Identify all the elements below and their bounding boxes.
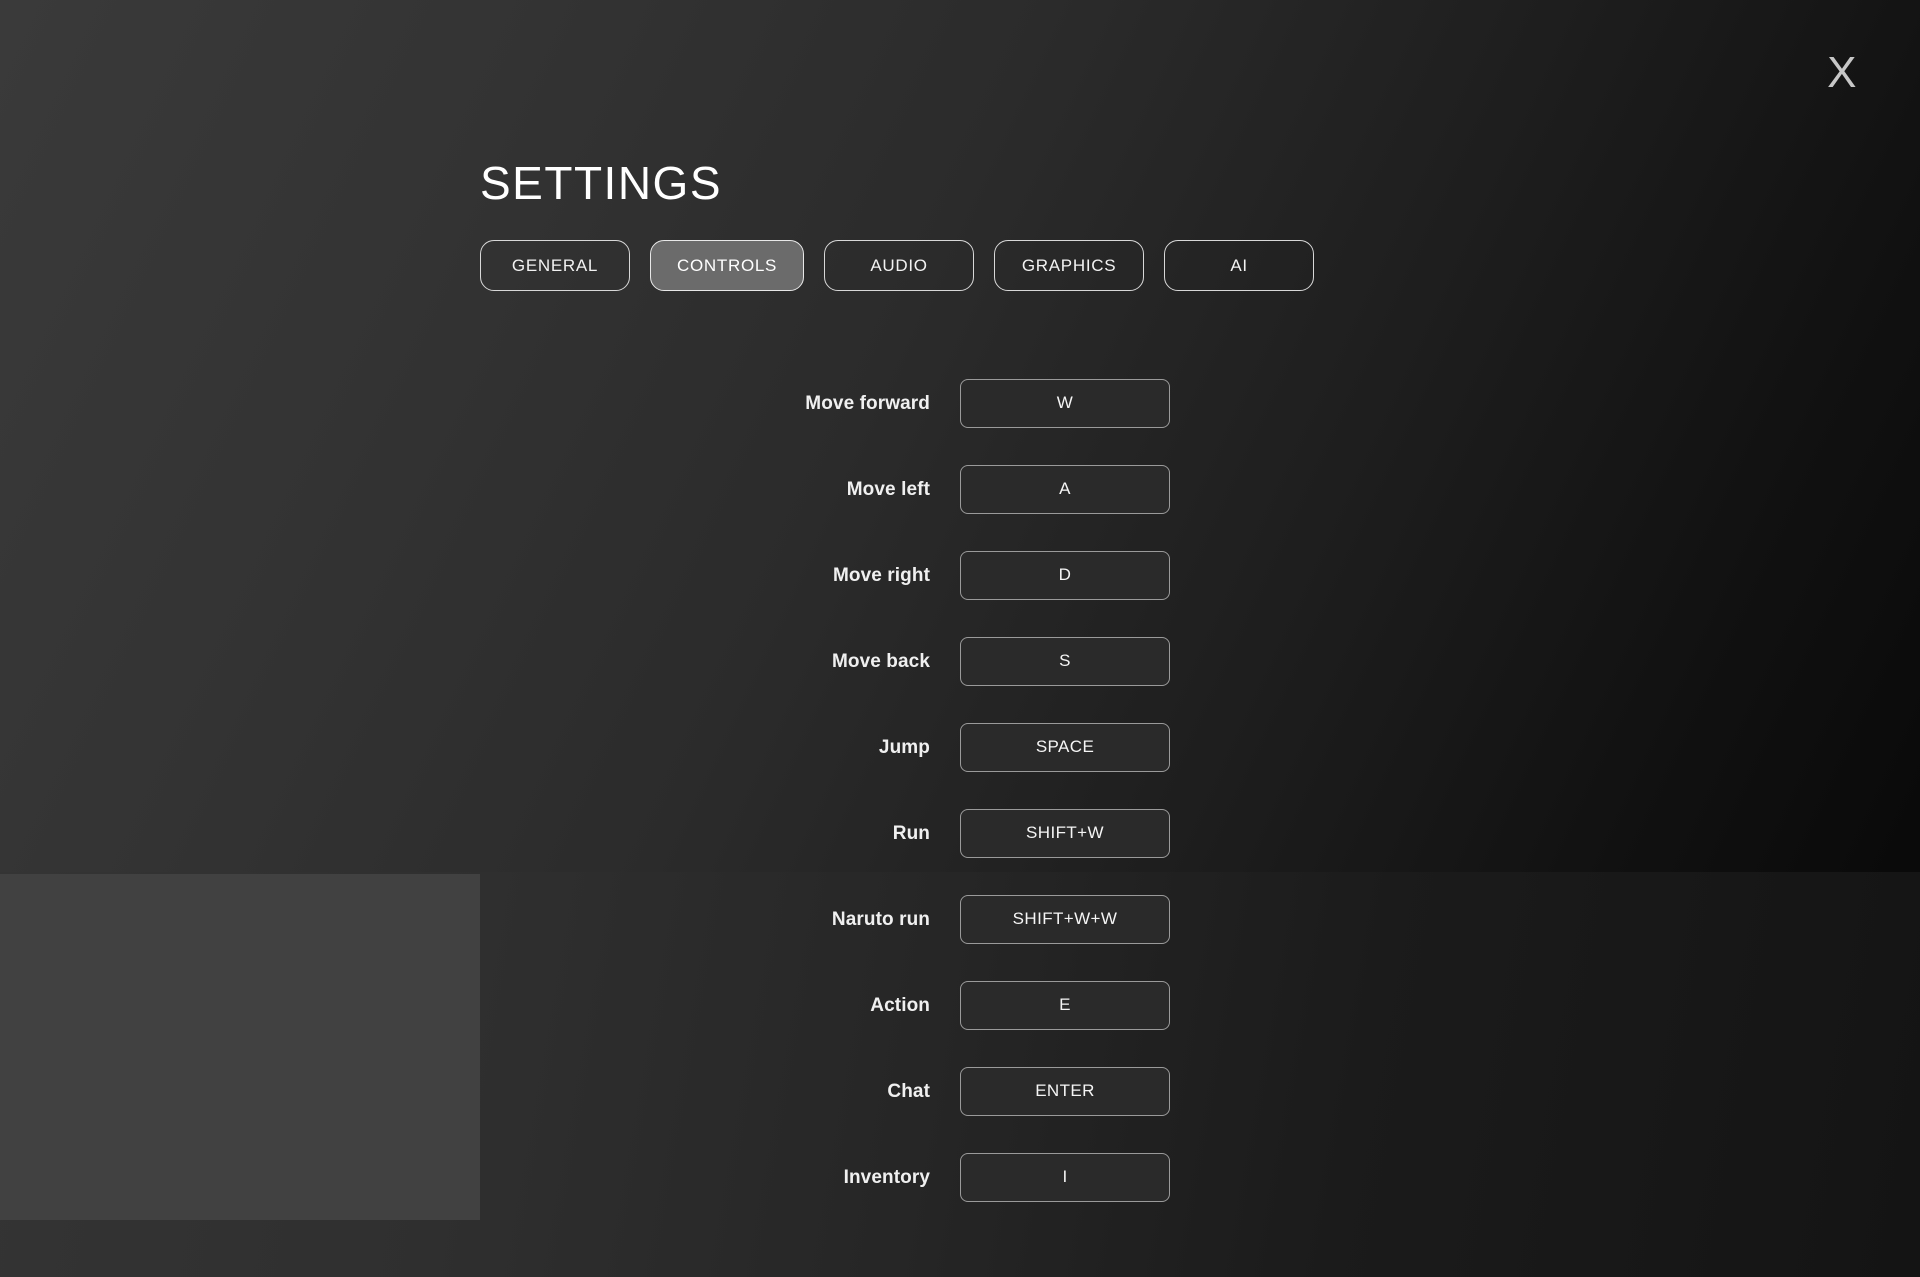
keybinding-action-label: Chat — [887, 1080, 930, 1102]
keybinding-key-button[interactable]: D — [960, 550, 1170, 600]
keybinding-row: Move right D — [0, 532, 1920, 618]
keybinding-key-button[interactable]: SHIFT+W+W — [960, 894, 1170, 944]
keybinding-row: Action E — [0, 962, 1920, 1048]
keybinding-action-label: Move forward — [805, 392, 930, 414]
keybinding-action-label: Move right — [832, 564, 930, 586]
keybinding-key-button[interactable]: SPACE — [960, 722, 1170, 772]
settings-screen: X SETTINGS GENERAL CONTROLS AUDIO GRAPHICS A… — [0, 0, 1920, 1277]
keybinding-key-button[interactable]: I — [960, 1152, 1170, 1202]
keybinding-key-button[interactable]: SHIFT+W — [960, 808, 1170, 858]
tab-audio[interactable]: AUDIO — [824, 240, 975, 291]
tab-ai[interactable]: AI — [1164, 240, 1315, 291]
settings-content: SETTINGS GENERAL CONTROLS AUDIO GRAPHICS AI … — [0, 0, 1920, 1277]
keybinding-key-button[interactable]: W — [960, 378, 1170, 428]
keybinding-action-label: Move back — [831, 650, 930, 672]
keybinding-key-button[interactable]: ENTER — [960, 1066, 1170, 1116]
keybinding-list: Move forward W Move left A Move right D Move b… — [0, 360, 1920, 1220]
keybinding-action-label: Move left — [846, 478, 930, 500]
keybinding-row: Move back S — [0, 618, 1920, 704]
tab-graphics[interactable]: GRAPHICS — [994, 240, 1145, 291]
keybinding-action-label: Naruto run — [831, 908, 930, 930]
keybinding-row: Inventory I — [0, 1134, 1920, 1220]
keybinding-row: Naruto run SHIFT+W+W — [0, 876, 1920, 962]
settings-tab-bar: GENERAL CONTROLS AUDIO GRAPHICS AI — [480, 240, 1315, 291]
keybinding-key-button[interactable]: E — [960, 980, 1170, 1030]
tab-controls[interactable]: CONTROLS — [650, 240, 805, 291]
keybinding-row: Jump SPACE — [0, 704, 1920, 790]
keybinding-key-button[interactable]: A — [960, 464, 1170, 514]
keybinding-key-button[interactable]: S — [960, 636, 1170, 686]
keybinding-row: Move forward W — [0, 360, 1920, 446]
keybinding-action-label: Jump — [878, 736, 930, 758]
page-title: SETTINGS — [480, 157, 723, 209]
tab-general[interactable]: GENERAL — [480, 240, 630, 291]
keybinding-action-label: Run — [892, 822, 930, 844]
keybinding-action-label: Inventory — [843, 1166, 930, 1188]
close-x-icon[interactable]: X — [1812, 42, 1872, 104]
keybinding-row: Move left A — [0, 446, 1920, 532]
keybinding-row: Chat ENTER — [0, 1048, 1920, 1134]
keybinding-row: Run SHIFT+W — [0, 790, 1920, 876]
keybinding-action-label: Action — [870, 994, 930, 1016]
